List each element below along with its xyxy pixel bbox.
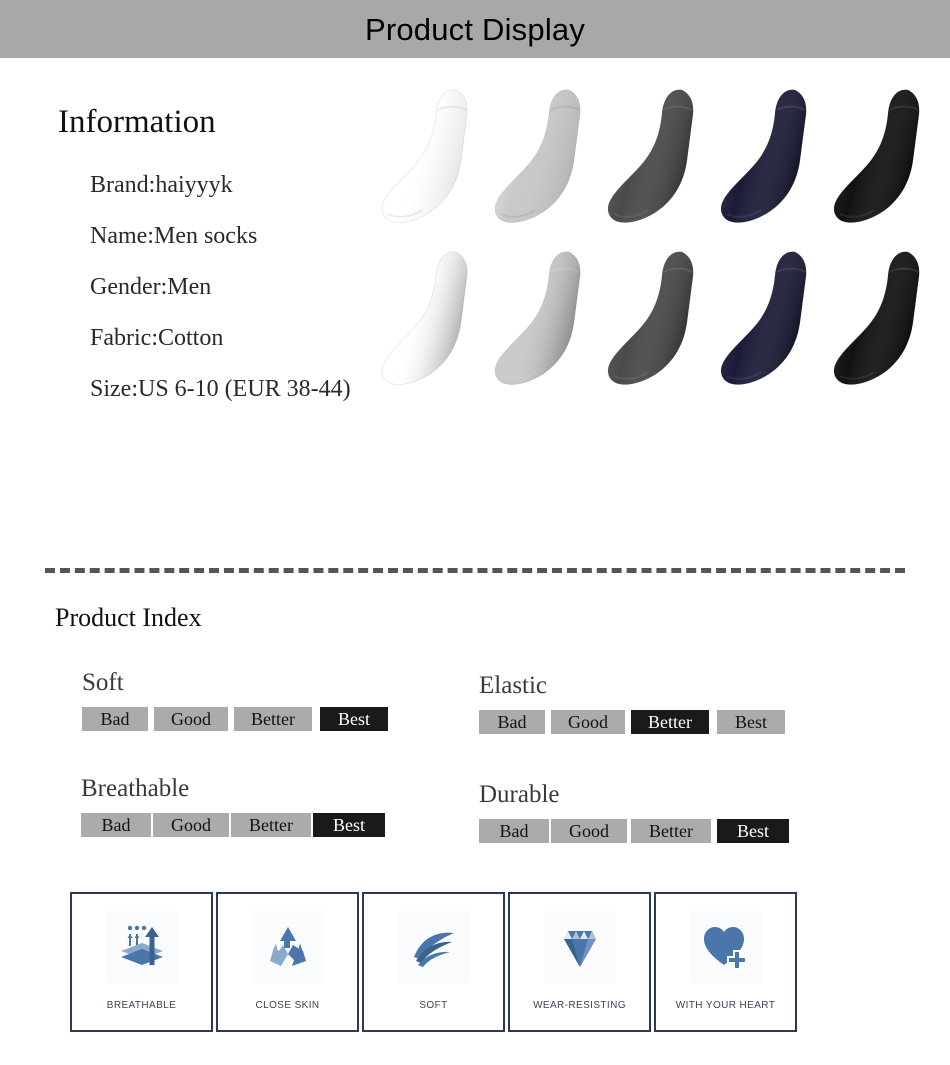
- product-photo: [378, 78, 938, 408]
- sock-row-top: [378, 86, 938, 231]
- product-index-heading: Product Index: [55, 603, 202, 632]
- rating-badge-best[interactable]: Best: [717, 710, 785, 734]
- rating-badge-good[interactable]: Good: [551, 710, 625, 734]
- index-group-durable: Durable Bad Good Better Best: [479, 781, 789, 843]
- index-scale: Bad Good Better Best: [479, 819, 789, 843]
- sock-item: [378, 86, 482, 231]
- index-group-soft: Soft Bad Good Better Best: [82, 669, 388, 731]
- rating-badge-bad[interactable]: Bad: [479, 710, 545, 734]
- rating-badge-best[interactable]: Best: [717, 819, 789, 843]
- rating-badge-good[interactable]: Good: [153, 813, 229, 837]
- feature-box[interactable]: BREATHABLE: [70, 892, 213, 1032]
- rating-badge-best[interactable]: Best: [313, 813, 385, 837]
- index-label: Breathable: [81, 775, 190, 802]
- feature-label: WITH YOUR HEART: [675, 1000, 776, 1011]
- recycle-icon: [251, 911, 324, 983]
- sock-item: [717, 248, 821, 393]
- feature-label: SOFT: [419, 1000, 448, 1011]
- sock-item: [830, 248, 934, 393]
- rating-badge-better[interactable]: Better: [631, 710, 709, 734]
- section-divider: [45, 568, 905, 573]
- rating-badge-bad[interactable]: Bad: [479, 819, 549, 843]
- page-header: Product Display: [0, 0, 950, 58]
- diamond-icon: [543, 911, 616, 983]
- index-label: Soft: [82, 669, 124, 696]
- index-scale: Bad Good Better Best: [82, 707, 388, 731]
- index-label: Elastic: [479, 672, 548, 699]
- sock-item: [604, 86, 708, 231]
- feature-label: BREATHABLE: [106, 1000, 177, 1011]
- feature-box[interactable]: WITH YOUR HEART: [654, 892, 797, 1032]
- sock-item: [491, 86, 595, 231]
- sock-item: [717, 86, 821, 231]
- feature-box[interactable]: WEAR-RESISTING: [508, 892, 651, 1032]
- index-label: Durable: [479, 781, 560, 808]
- index-group-breathable: Breathable Bad Good Better Best: [81, 775, 385, 837]
- index-group-elastic: Elastic Bad Good Better Best: [479, 672, 785, 734]
- rating-badge-good[interactable]: Good: [551, 819, 627, 843]
- sock-item: [491, 248, 595, 393]
- heart-plus-icon: [689, 911, 762, 983]
- rating-badge-better[interactable]: Better: [231, 813, 311, 837]
- feature-label: CLOSE SKIN: [255, 1000, 320, 1011]
- sock-row-bottom: [378, 248, 938, 393]
- page-title: Product Display: [364, 11, 586, 47]
- rating-badge-best[interactable]: Best: [320, 707, 388, 731]
- rating-badge-better[interactable]: Better: [631, 819, 711, 843]
- rating-badge-bad[interactable]: Bad: [82, 707, 148, 731]
- feature-label: WEAR-RESISTING: [533, 1000, 626, 1011]
- feather-swoosh-icon: [397, 911, 470, 983]
- rating-badge-better[interactable]: Better: [234, 707, 312, 731]
- index-scale: Bad Good Better Best: [479, 710, 785, 734]
- index-scale: Bad Good Better Best: [81, 813, 385, 837]
- feature-boxes: BREATHABLE CLOSE SKIN SOFT WEAR-RESISTIN…: [70, 892, 797, 1032]
- sock-item: [830, 86, 934, 231]
- product-display-page: Product Display Information Brand:haiyyy…: [0, 0, 950, 1065]
- feature-box[interactable]: SOFT: [362, 892, 505, 1032]
- sock-item: [604, 248, 708, 393]
- feature-box[interactable]: CLOSE SKIN: [216, 892, 359, 1032]
- rating-badge-bad[interactable]: Bad: [81, 813, 151, 837]
- rating-badge-good[interactable]: Good: [154, 707, 228, 731]
- sock-item: [378, 248, 482, 393]
- breathable-arrows-icon: [105, 911, 178, 983]
